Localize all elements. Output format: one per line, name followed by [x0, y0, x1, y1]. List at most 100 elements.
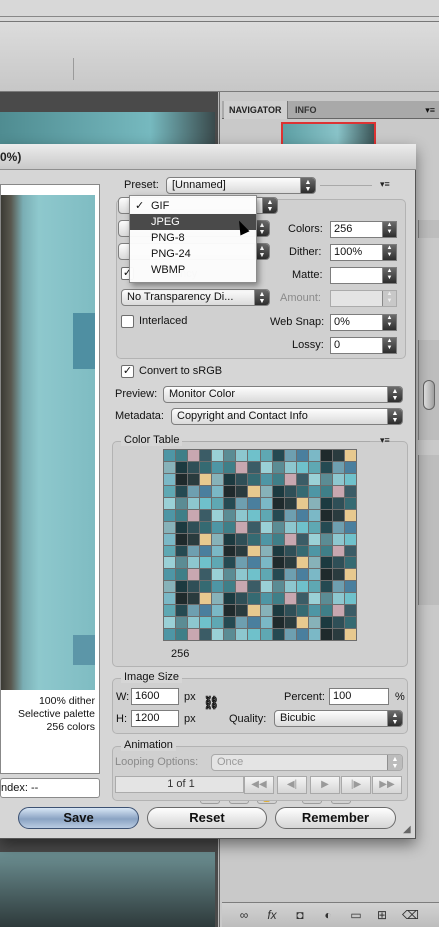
color-swatch[interactable]	[164, 557, 176, 569]
color-swatch[interactable]	[236, 545, 248, 557]
color-swatch[interactable]	[272, 629, 284, 640]
previous-frame-button[interactable]: ◀|	[277, 776, 307, 794]
color-swatch[interactable]	[176, 605, 188, 617]
color-swatch[interactable]	[260, 569, 272, 581]
color-swatch[interactable]	[188, 593, 200, 605]
color-swatch[interactable]	[188, 461, 200, 473]
color-swatch[interactable]	[320, 617, 332, 629]
color-swatch[interactable]	[200, 473, 212, 485]
color-swatch[interactable]	[272, 533, 284, 545]
color-swatch[interactable]	[308, 629, 320, 640]
color-swatch[interactable]	[344, 461, 356, 473]
last-frame-button[interactable]: ▶▶	[372, 776, 402, 794]
color-swatch[interactable]	[248, 485, 260, 497]
color-swatch[interactable]	[284, 521, 296, 533]
color-swatch[interactable]	[272, 450, 284, 461]
color-swatch[interactable]	[272, 485, 284, 497]
color-swatch[interactable]	[296, 605, 308, 617]
color-swatch[interactable]	[260, 617, 272, 629]
color-swatch[interactable]	[344, 617, 356, 629]
color-swatch[interactable]	[248, 569, 260, 581]
color-swatch[interactable]	[296, 521, 308, 533]
color-swatch[interactable]	[212, 509, 224, 521]
color-swatch[interactable]	[332, 617, 344, 629]
color-swatch[interactable]	[308, 473, 320, 485]
color-swatch[interactable]	[164, 581, 176, 593]
color-swatch[interactable]	[200, 533, 212, 545]
color-swatch[interactable]	[200, 557, 212, 569]
color-swatch[interactable]	[308, 545, 320, 557]
menu-item-gif[interactable]: ✓ GIF	[130, 198, 256, 214]
optimized-preview[interactable]: 100% dither Selective palette 256 colors	[0, 184, 100, 774]
color-swatch[interactable]	[332, 557, 344, 569]
color-swatch[interactable]	[344, 509, 356, 521]
color-swatch[interactable]	[212, 629, 224, 640]
color-swatch[interactable]	[332, 533, 344, 545]
color-swatch[interactable]	[212, 497, 224, 509]
color-swatch[interactable]	[164, 497, 176, 509]
color-swatch[interactable]	[200, 569, 212, 581]
color-swatch[interactable]	[272, 497, 284, 509]
color-swatch[interactable]	[308, 605, 320, 617]
link-layers-icon[interactable]: ∞	[236, 907, 252, 923]
color-swatch[interactable]	[248, 605, 260, 617]
color-swatch[interactable]	[188, 557, 200, 569]
color-swatch[interactable]	[332, 545, 344, 557]
color-swatch[interactable]	[272, 473, 284, 485]
color-swatch[interactable]	[176, 473, 188, 485]
color-swatch[interactable]	[260, 557, 272, 569]
color-swatch[interactable]	[284, 581, 296, 593]
color-swatch[interactable]	[224, 533, 236, 545]
color-swatch[interactable]	[236, 485, 248, 497]
color-swatch[interactable]	[236, 557, 248, 569]
color-swatch[interactable]	[260, 545, 272, 557]
color-swatch[interactable]	[320, 629, 332, 640]
color-swatch[interactable]	[224, 509, 236, 521]
color-swatch[interactable]	[296, 581, 308, 593]
color-swatch[interactable]	[176, 569, 188, 581]
color-swatch[interactable]	[224, 629, 236, 640]
color-swatch[interactable]	[224, 450, 236, 461]
color-swatch[interactable]	[176, 497, 188, 509]
panel-scrollbar-thumb[interactable]	[423, 380, 435, 410]
color-swatch[interactable]	[200, 461, 212, 473]
color-swatch[interactable]	[236, 473, 248, 485]
menu-item-wbmp[interactable]: WBMP	[130, 262, 256, 278]
quality-dropdown[interactable]: Bicubic ▲ ▼	[274, 710, 403, 727]
color-swatch[interactable]	[260, 450, 272, 461]
add-mask-icon[interactable]: ◘	[292, 907, 308, 923]
color-swatch[interactable]	[284, 605, 296, 617]
color-swatch[interactable]	[248, 557, 260, 569]
color-swatch[interactable]	[308, 581, 320, 593]
color-swatch[interactable]	[164, 533, 176, 545]
color-swatch[interactable]	[284, 593, 296, 605]
resize-grip-icon[interactable]: ◢	[403, 824, 411, 835]
color-swatch[interactable]	[332, 593, 344, 605]
metadata-dropdown[interactable]: Copyright and Contact Info ▲ ▼	[171, 408, 403, 425]
color-swatch[interactable]	[164, 521, 176, 533]
color-swatch[interactable]	[308, 497, 320, 509]
color-swatch[interactable]	[308, 461, 320, 473]
color-swatch[interactable]	[260, 629, 272, 640]
color-swatch[interactable]	[224, 473, 236, 485]
color-swatch[interactable]	[248, 497, 260, 509]
next-frame-button[interactable]: |▶	[341, 776, 371, 794]
color-swatch[interactable]	[344, 473, 356, 485]
color-swatch[interactable]	[272, 617, 284, 629]
color-swatch[interactable]	[200, 545, 212, 557]
menu-item-png8[interactable]: PNG-8	[130, 230, 256, 246]
color-swatch[interactable]	[284, 450, 296, 461]
color-swatch[interactable]	[332, 485, 344, 497]
color-swatch[interactable]	[248, 473, 260, 485]
color-swatch[interactable]	[332, 461, 344, 473]
color-swatch[interactable]	[308, 485, 320, 497]
color-swatch[interactable]	[200, 593, 212, 605]
color-swatch[interactable]	[188, 485, 200, 497]
color-swatch[interactable]	[224, 581, 236, 593]
color-swatch[interactable]	[296, 497, 308, 509]
color-swatch[interactable]	[188, 605, 200, 617]
color-swatch[interactable]	[212, 450, 224, 461]
color-swatch[interactable]	[176, 629, 188, 640]
color-swatch[interactable]	[296, 545, 308, 557]
color-swatch[interactable]	[260, 533, 272, 545]
